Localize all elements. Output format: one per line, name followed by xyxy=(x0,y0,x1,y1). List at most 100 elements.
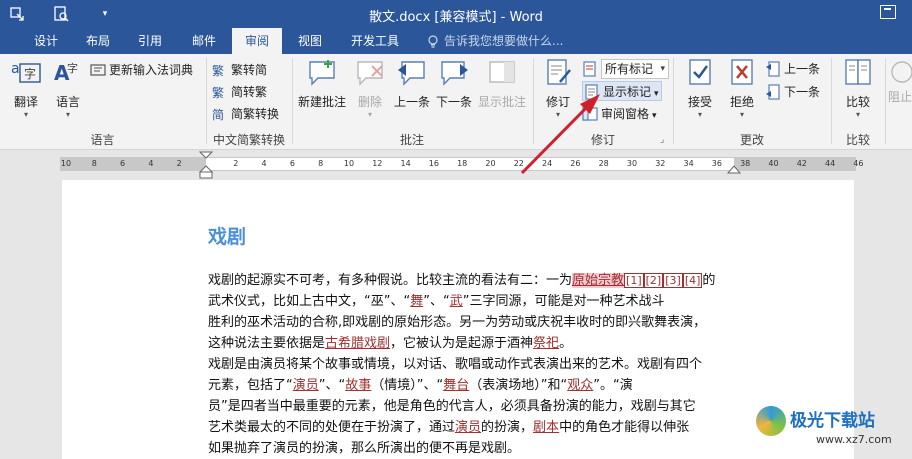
markup-display-select[interactable]: 所有标记 ▾ xyxy=(601,59,669,79)
accept-icon xyxy=(684,58,716,88)
compare-icon xyxy=(842,58,874,88)
group-label-changes: 更改 xyxy=(739,133,764,147)
track-changes-icon xyxy=(542,58,574,88)
prev-change-icon xyxy=(765,60,781,77)
chinese-convert-button[interactable]: 简简繁转换 xyxy=(212,104,279,124)
tab-layout[interactable]: 布局 xyxy=(72,28,124,54)
paragraph-line: 戏剧的起源实不可考，有多种假说。比较主流的看法有二：一为原始宗教 [1] [2] [3… xyxy=(208,273,716,288)
chevron-down-icon: ▾ xyxy=(652,111,657,121)
tab-mailings[interactable]: 邮件 xyxy=(178,28,230,54)
footnote-ref: [2] xyxy=(643,273,664,288)
footnote-ref: [4] xyxy=(682,273,703,288)
group-label-compare: 比较 xyxy=(845,133,870,147)
tracked-insertion: 观众 xyxy=(567,378,594,393)
update-ime-dictionary-button[interactable]: 更新输入法词典 xyxy=(90,60,193,80)
review-pane-icon xyxy=(582,106,598,122)
tracked-insertion: 原始宗教 xyxy=(572,273,625,288)
paragraph-line: 如果抛弃了演员的扮演，那么所演出的便不再是戏剧。 xyxy=(208,441,521,456)
tab-references[interactable]: 引用 xyxy=(124,28,176,54)
watermark-url: www.xz7.com xyxy=(816,433,892,446)
tab-view[interactable]: 视图 xyxy=(284,28,336,54)
ruler-tick-label: 10 xyxy=(343,159,355,168)
indent-marker-icon[interactable] xyxy=(199,151,213,179)
simp-to-trad-button[interactable]: 繁简转繁 xyxy=(212,82,267,102)
ribbon-display-options-icon[interactable] xyxy=(880,5,896,19)
window-title: 散文.docx [兼容模式] - Word xyxy=(369,10,543,25)
reject-button[interactable]: 拒绝 ▾ xyxy=(722,58,762,119)
ruler-tick-label: 44 xyxy=(825,159,836,168)
prev-comment-icon xyxy=(396,58,428,88)
compare-button[interactable]: 比较 ▾ xyxy=(838,58,878,119)
dictionary-icon xyxy=(90,62,106,78)
ruler-tick-label: 26 xyxy=(570,159,581,168)
translate-icon: a字 xyxy=(10,58,42,88)
svg-text:a: a xyxy=(11,61,20,77)
show-comments-icon xyxy=(486,58,518,88)
next-comment-icon xyxy=(438,58,470,88)
delete-comment-button[interactable]: 删除 ▾ xyxy=(350,58,390,119)
group-label-language: 语言 xyxy=(90,133,115,147)
accept-button[interactable]: 接受 ▾ xyxy=(680,58,720,119)
tracked-insertion: 武 xyxy=(449,294,463,309)
review-pane-button[interactable]: 审阅窗格 ▾ xyxy=(582,104,657,124)
ruler-tick-label: 12 xyxy=(372,159,383,168)
tracked-insertion: 舞 xyxy=(410,294,424,309)
ribbon-review: a字 翻译 ▾ A字 语言 ▾ 更新输入法词典 语言 繁繁转简 繁简转繁 简简繁… xyxy=(0,54,912,150)
tab-review[interactable]: 审阅 xyxy=(232,28,282,54)
ruler-tick-label: 16 xyxy=(428,159,439,168)
ruler-tick-label: 20 xyxy=(485,159,496,168)
document-page[interactable]: 戏剧 戏剧的起源实不可考，有多种假说。比较主流的看法有二：一为原始宗教 [1] [2… xyxy=(62,180,854,459)
chevron-down-icon: ▾ xyxy=(660,64,665,74)
delete-comment-icon xyxy=(354,58,386,88)
tracked-insertion: 剧本 xyxy=(533,420,560,435)
dialog-launcher-icon[interactable]: ⌟ xyxy=(660,135,664,145)
paragraph-line: 艺术类最太的不同的处便在于扮演了，通过演员的扮演，剧本中的角色才能得以伸张 xyxy=(208,420,690,435)
tracked-insertion: 故事 xyxy=(345,378,372,393)
next-change-icon xyxy=(765,83,781,100)
svg-text:字: 字 xyxy=(67,61,78,75)
new-comment-button[interactable]: 新建批注 xyxy=(296,58,348,110)
watermark-logo: 极光下载站 www.xz7.com xyxy=(752,400,912,459)
watermark-icon xyxy=(756,406,786,436)
horizontal-ruler[interactable]: 10 8 6 4 2 2 4 6 8 10 12 14 16 18 20 22 24 26 28 30 32 34 36 38… xyxy=(0,150,912,180)
tab-developer[interactable]: 开发工具 xyxy=(338,28,412,54)
lightbulb-icon xyxy=(428,28,438,54)
translate-button[interactable]: a字 翻译 ▾ xyxy=(6,58,46,119)
ruler-tick-label: 6 xyxy=(120,159,126,168)
block-authors-button[interactable]: 阻止 xyxy=(888,58,912,105)
ruler-tick-label: 8 xyxy=(318,159,324,168)
paragraph-line: 胜利的巫术活动的合称,即戏剧的原始形态。另一为劳动或庆祝丰收时的即兴歌舞表演， xyxy=(208,315,707,330)
prev-change-button[interactable]: 上一条 xyxy=(765,59,820,79)
trad-to-simp-button[interactable]: 繁繁转简 xyxy=(212,60,267,80)
footnote-ref: [1] xyxy=(624,273,644,288)
right-indent-marker-icon[interactable] xyxy=(727,165,741,175)
document-heading: 戏剧 xyxy=(208,226,247,248)
ruler-tick-label: 42 xyxy=(796,159,807,168)
tell-me-search[interactable]: 告诉我您想要做什么... xyxy=(428,28,563,54)
ruler-tick-label: 4 xyxy=(148,159,154,168)
next-change-button[interactable]: 下一条 xyxy=(765,82,820,102)
ruler-tick-label: 8 xyxy=(91,159,97,168)
paragraph-line: 员”是四者当中最重要的元素，他是角色的代言人，必须具备扮演的能力，戏剧与其它 xyxy=(208,399,696,414)
block-authors-icon xyxy=(888,58,912,88)
show-markup-button[interactable]: 显示标记 ▾ xyxy=(582,81,662,101)
document-body[interactable]: 戏剧的起源实不可考，有多种假说。比较主流的看法有二：一为原始宗教 [1] [2] [3… xyxy=(208,270,728,459)
tab-design[interactable]: 设计 xyxy=(20,28,72,54)
prev-comment-button[interactable]: 上一条 xyxy=(392,58,432,110)
group-label-tracking: 修订 xyxy=(590,133,615,147)
next-comment-button[interactable]: 下一条 xyxy=(434,58,474,110)
tracked-insertion: 舞台 xyxy=(443,378,470,393)
ruler-tick-label: 34 xyxy=(683,159,694,168)
ruler-tick-label: 32 xyxy=(655,159,666,168)
trad-simp-icon: 繁 xyxy=(212,62,228,78)
show-comments-button[interactable]: 显示批注 xyxy=(476,58,528,110)
ruler-tick-label: 24 xyxy=(542,159,553,168)
ruler-tick-label: 30 xyxy=(626,159,638,168)
convert-icon: 简 xyxy=(212,106,228,122)
ruler-tick-label: 2 xyxy=(233,159,239,168)
track-changes-button[interactable]: 修订 ▾ xyxy=(538,58,578,119)
simp-trad-icon: 繁 xyxy=(212,84,228,100)
ruler-tick-label: 28 xyxy=(598,159,609,168)
language-button[interactable]: A字 语言 ▾ xyxy=(48,58,88,119)
ruler-tick-label: 6 xyxy=(289,159,295,168)
